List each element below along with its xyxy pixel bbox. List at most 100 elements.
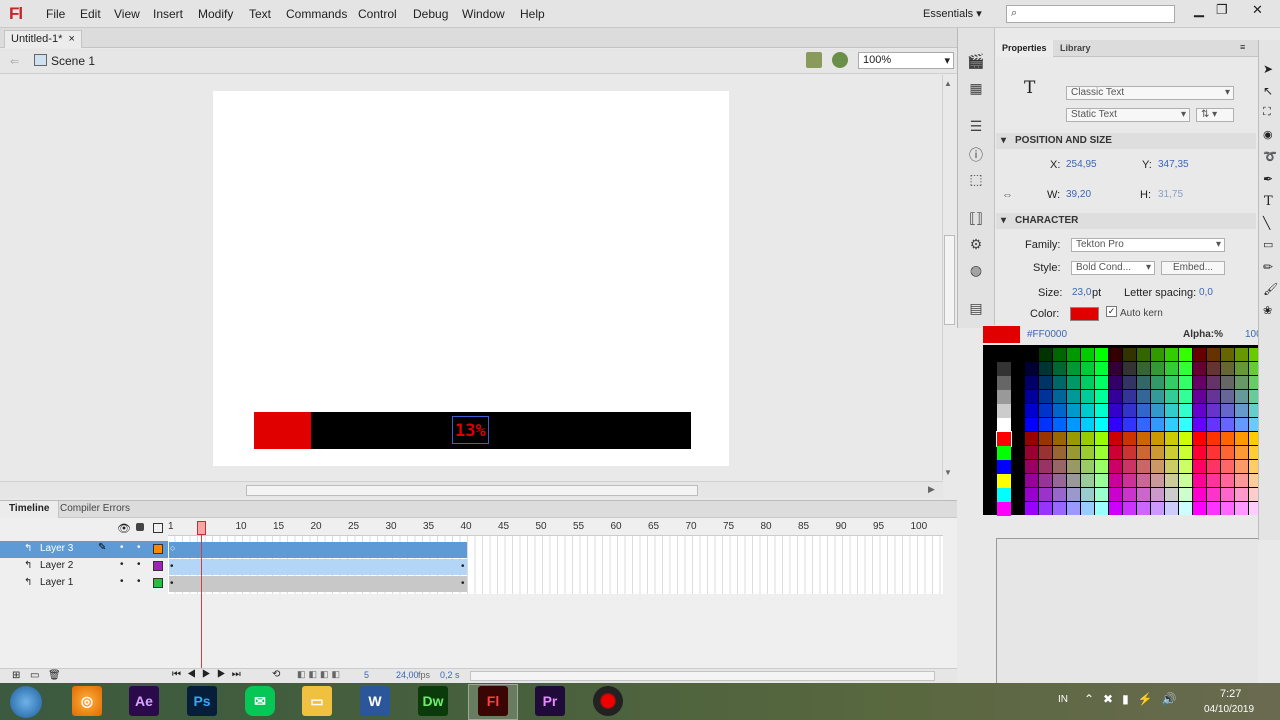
swatch-cell[interactable] xyxy=(1207,348,1220,361)
info-icon[interactable]: ⓘ xyxy=(966,145,986,163)
swatch-cell[interactable] xyxy=(1235,348,1248,361)
swatch-cell[interactable] xyxy=(1165,404,1178,417)
swatch-cell[interactable] xyxy=(1053,348,1066,361)
swatch-cell[interactable] xyxy=(1207,390,1220,403)
swatch-cell[interactable] xyxy=(1207,404,1220,417)
swatch-cell[interactable] xyxy=(1179,446,1192,459)
swatch-cell[interactable] xyxy=(1207,502,1220,515)
swatch-cell[interactable] xyxy=(1179,502,1192,515)
swatch-cell[interactable] xyxy=(1039,502,1052,515)
swatch-cell[interactable] xyxy=(1151,502,1164,515)
playback-controls[interactable]: ⏮◀▶▶⏭ xyxy=(172,669,247,680)
show-hide-eye-icon[interactable]: 👁 xyxy=(117,522,131,535)
swatch-cell[interactable] xyxy=(1095,502,1108,515)
swatch-cell[interactable] xyxy=(1123,390,1136,403)
line-app-icon[interactable]: ✉ xyxy=(245,686,275,716)
swatch-cell[interactable] xyxy=(1235,446,1248,459)
swatch-cell[interactable] xyxy=(1137,432,1150,445)
subselection-tool-icon[interactable]: ↖ xyxy=(1263,84,1273,98)
blender-icon[interactable]: ◎ xyxy=(72,686,102,716)
swatch-cell[interactable] xyxy=(1095,474,1108,487)
swatch-cell[interactable] xyxy=(1025,502,1038,515)
swatch-cell[interactable] xyxy=(1081,446,1094,459)
swatch-cell[interactable] xyxy=(1137,488,1150,501)
menu-modify[interactable]: Modify xyxy=(198,7,233,21)
swatch-cell[interactable] xyxy=(1221,460,1234,473)
font-family-select[interactable]: Tekton Pro ▾ xyxy=(1071,238,1225,252)
swatch-cell[interactable] xyxy=(1193,418,1206,431)
swatch-cell[interactable] xyxy=(1179,404,1192,417)
swatch-cell[interactable] xyxy=(1067,488,1080,501)
swatches-grid-icon[interactable]: ▦ xyxy=(966,80,986,98)
fps-value[interactable]: 24,00 xyxy=(396,670,419,680)
delete-layer-icon[interactable]: 🗑 xyxy=(48,670,61,681)
w-value[interactable]: 39,20 xyxy=(1066,189,1091,200)
swatch-cell[interactable] xyxy=(1039,348,1052,361)
swatch-cell[interactable] xyxy=(1221,432,1234,445)
swatch-cell[interactable] xyxy=(1067,418,1080,431)
keyframe[interactable]: • xyxy=(170,561,174,572)
motion-presets-icon[interactable]: 🎬 xyxy=(966,53,986,71)
tab-compiler-errors[interactable]: Compiler Errors xyxy=(60,503,130,514)
swatch-cell[interactable] xyxy=(997,488,1011,502)
layer-3-frames[interactable] xyxy=(169,542,467,558)
swatch-cell[interactable] xyxy=(1151,362,1164,375)
swatch-cell[interactable] xyxy=(997,348,1011,362)
swatch-cell[interactable] xyxy=(1095,376,1108,389)
swatch-cell[interactable] xyxy=(1165,446,1178,459)
selection-tool-icon[interactable]: ➤ xyxy=(1263,62,1273,76)
embed-button[interactable]: Embed... xyxy=(1161,261,1225,275)
swatch-cell[interactable] xyxy=(1123,432,1136,445)
swatch-cell[interactable] xyxy=(1221,502,1234,515)
swatch-cell[interactable] xyxy=(1109,446,1122,459)
visible-dot[interactable]: • xyxy=(120,576,124,587)
x-value[interactable]: 254,95 xyxy=(1066,159,1097,170)
swatch-cell[interactable] xyxy=(1235,404,1248,417)
vertical-scroll-thumb[interactable] xyxy=(944,235,955,325)
menu-commands[interactable]: Commands xyxy=(286,7,347,21)
menu-edit[interactable]: Edit xyxy=(80,7,101,21)
swatch-cell[interactable] xyxy=(1025,348,1038,361)
swatch-cell[interactable] xyxy=(1151,488,1164,501)
swatch-cell[interactable] xyxy=(1053,488,1066,501)
swatch-cell[interactable] xyxy=(1025,446,1038,459)
align-icon[interactable]: ☰ xyxy=(966,118,986,136)
swatch-cell[interactable] xyxy=(1235,362,1248,375)
swatch-cell[interactable] xyxy=(1235,376,1248,389)
swatch-cell[interactable] xyxy=(1179,362,1192,375)
swatch-hex-value[interactable]: #FF0000 xyxy=(1027,329,1067,340)
swatch-cell[interactable] xyxy=(1193,446,1206,459)
workspace-switcher[interactable]: Essentials ▾ xyxy=(923,7,982,20)
menu-file[interactable]: File xyxy=(46,7,65,21)
keyframe-end[interactable]: • xyxy=(461,578,465,589)
swatch-cell[interactable] xyxy=(1053,446,1066,459)
swatch-cell[interactable] xyxy=(1081,432,1094,445)
swatch-cell[interactable] xyxy=(1151,404,1164,417)
layer-row-2[interactable]: ↰ Layer 2 • • xyxy=(0,558,168,575)
swatch-cell[interactable] xyxy=(1081,460,1094,473)
swatch-cell[interactable] xyxy=(1221,404,1234,417)
frame-ruler[interactable]: 1510152025303540455055606570758085909510… xyxy=(168,518,943,536)
transform-icon[interactable]: ⬚ xyxy=(966,171,986,189)
swatch-cell[interactable] xyxy=(1137,362,1150,375)
swatch-cell[interactable] xyxy=(1053,432,1066,445)
swatch-cell[interactable] xyxy=(1221,418,1234,431)
swatch-cell[interactable] xyxy=(1235,474,1248,487)
outline-all-icon[interactable] xyxy=(153,523,163,533)
swatch-cell[interactable] xyxy=(1053,418,1066,431)
text-engine-select[interactable]: Classic Text ▾ xyxy=(1066,86,1234,100)
swatch-cell[interactable] xyxy=(1095,432,1108,445)
swatch-cell[interactable] xyxy=(1137,460,1150,473)
back-arrow-icon[interactable]: ⇐ xyxy=(10,55,19,68)
swatch-cell[interactable] xyxy=(1207,460,1220,473)
progress-bar-fill[interactable] xyxy=(254,412,311,449)
restore-icon[interactable]: ❐ xyxy=(1216,2,1228,18)
swatch-cell[interactable] xyxy=(1151,418,1164,431)
new-layer-icon[interactable]: ⊞ xyxy=(12,670,20,681)
lock-dot[interactable]: • xyxy=(137,559,141,570)
swatch-cell[interactable] xyxy=(1137,390,1150,403)
swatch-cell[interactable] xyxy=(1081,362,1094,375)
language-indicator[interactable]: IN xyxy=(1058,694,1068,705)
text-type-select[interactable]: Static Text ▾ xyxy=(1066,108,1190,122)
swatch-cell[interactable] xyxy=(1179,488,1192,501)
